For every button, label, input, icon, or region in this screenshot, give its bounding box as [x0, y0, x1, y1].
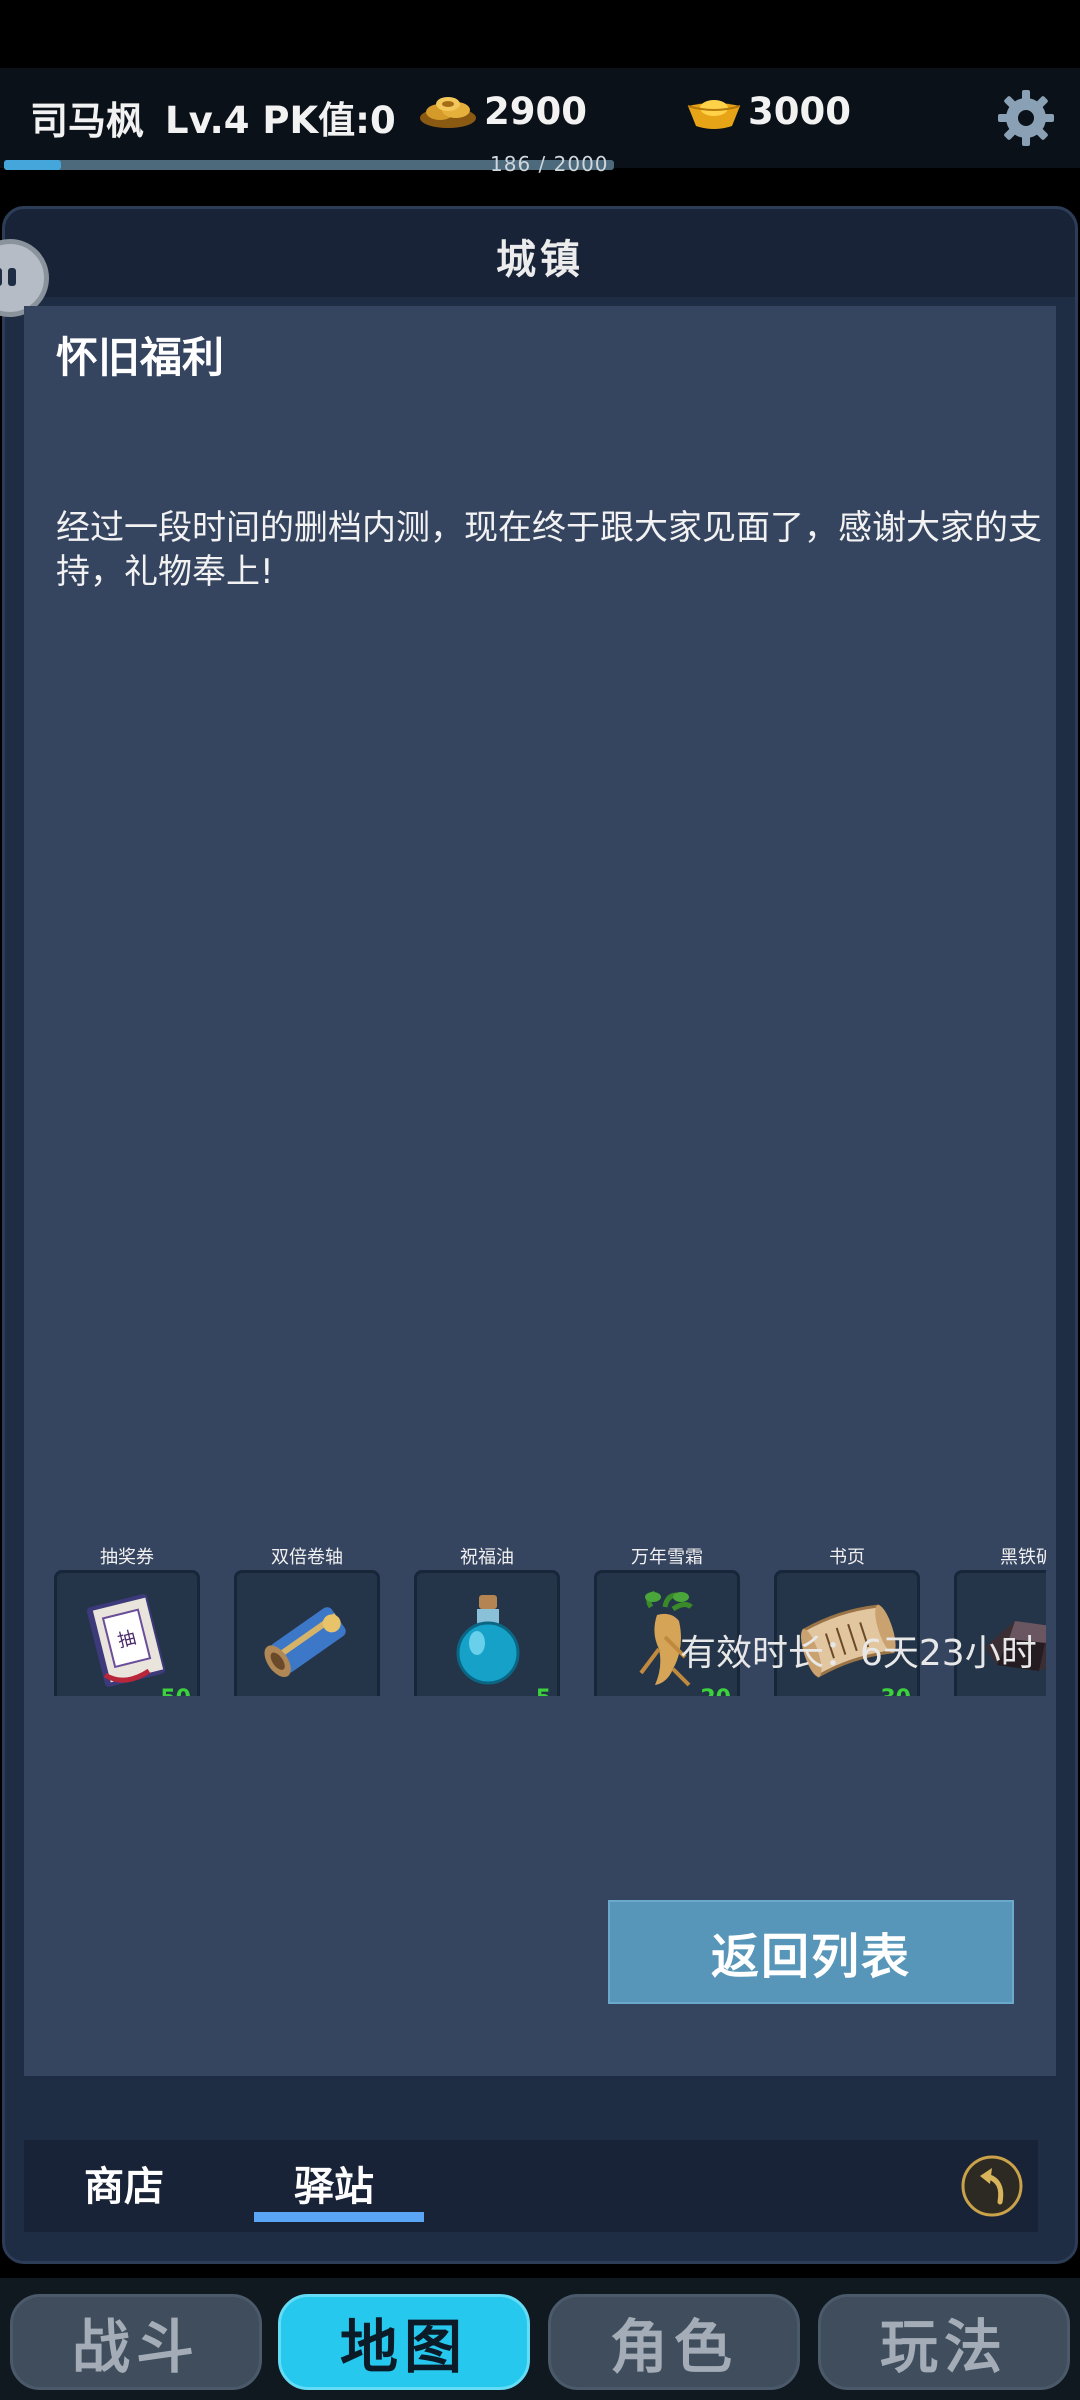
bottom-navigation: 战斗 地图 角色 玩法 [0, 2278, 1080, 2400]
lottery-ticket-book-icon: 抽 [86, 1594, 166, 1687]
reward-qty: 30 [880, 1686, 911, 1696]
sub-tab-bar: 商店 驿站 [24, 2140, 1038, 2232]
ingot-amount: 3000 [748, 90, 851, 133]
reward-name: 书页 [829, 1547, 865, 1568]
nav-character[interactable]: 角色 [548, 2294, 800, 2390]
nav-map[interactable]: 地图 [278, 2294, 530, 2390]
mail-body: 经过一段时间的删档内测，现在终于跟大家见面了，感谢大家的支持，礼物奉上! [56, 508, 1042, 592]
reward-item[interactable]: 抽奖券 抽 50 [54, 1546, 200, 1696]
back-arrow-icon[interactable] [960, 2154, 1024, 2218]
potion-bottle-icon [456, 1595, 520, 1685]
nav-gameplay[interactable]: 玩法 [818, 2294, 1070, 2390]
reward-name: 黑铁矿 [1000, 1547, 1046, 1568]
mail-content: 怀旧福利 经过一段时间的删档内测，现在终于跟大家见面了，感谢大家的支持，礼物奉上… [24, 306, 1056, 2076]
reward-name: 祝福油 [460, 1547, 514, 1568]
gold-currency: 2900 [418, 90, 587, 133]
settings-gear-icon[interactable] [994, 86, 1058, 150]
mail-title: 怀旧福利 [56, 333, 225, 382]
active-tab-indicator [254, 2212, 424, 2222]
gold-ingot-icon [687, 99, 741, 129]
player-level-pk: Lv.4 PK值:0 [165, 99, 396, 142]
reward-qty: 20 [700, 1686, 731, 1696]
status-bar [0, 0, 1080, 68]
gold-amount: 2900 [484, 90, 587, 133]
scroll-icon [264, 1607, 346, 1678]
player-name: 司马枫 [30, 99, 145, 143]
tab-station[interactable]: 驿站 [294, 2154, 374, 2212]
ingot-currency: 3000 [686, 90, 851, 133]
validity-text: 有效时长：6天23小时 [680, 1633, 1037, 1674]
nav-battle[interactable]: 战斗 [10, 2294, 262, 2390]
reward-name: 万年雪霜 [631, 1547, 703, 1568]
gold-coins-icon [420, 96, 476, 128]
reward-name: 双倍卷轴 [271, 1547, 343, 1568]
reward-qty: 5 [536, 1686, 551, 1696]
xp-progress-text: 186 / 2000 [490, 152, 609, 176]
reward-item[interactable]: 祝福油 5 [414, 1546, 560, 1696]
xp-progress-fill [4, 160, 61, 170]
reward-name: 抽奖券 [100, 1547, 154, 1568]
reward-item[interactable]: 双倍卷轴 [234, 1546, 380, 1696]
return-list-button[interactable]: 返回列表 [608, 1900, 1014, 2004]
panel-header: 城镇 [5, 209, 1075, 297]
reward-qty: 50 [160, 1686, 191, 1696]
tab-shop[interactable]: 商店 [84, 2154, 164, 2212]
panel-title: 城镇 [496, 236, 584, 283]
